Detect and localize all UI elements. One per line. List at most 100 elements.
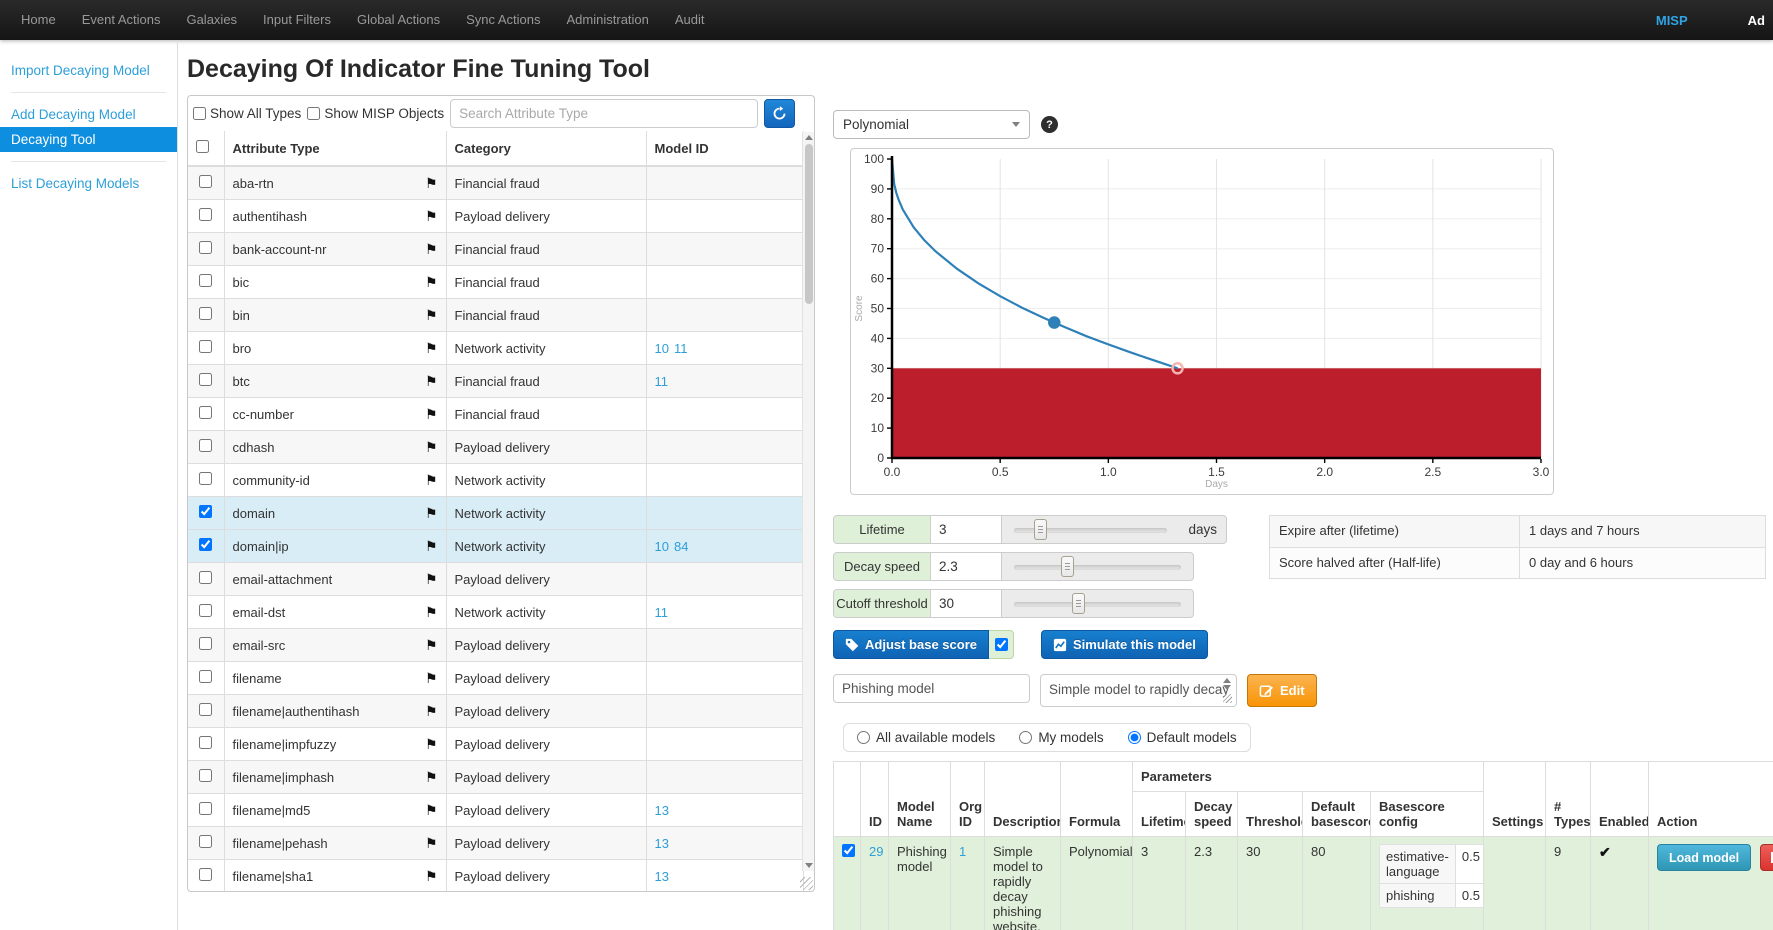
model-description-textarea[interactable]: Simple model to rapidly decay xyxy=(1040,674,1237,707)
select-all-header-cell[interactable] xyxy=(188,131,224,166)
attribute-row-checkbox[interactable] xyxy=(199,274,212,287)
nav-item[interactable]: Galaxies xyxy=(173,0,250,40)
model-row[interactable]: 29 Phishing model 1 Simple model to rapi… xyxy=(834,837,1773,930)
flag-icon[interactable]: ⚑ xyxy=(425,341,438,356)
flag-icon[interactable]: ⚑ xyxy=(425,440,438,455)
flag-icon[interactable]: ⚑ xyxy=(425,473,438,488)
attribute-row[interactable]: ⚑cc-numberFinancial fraud xyxy=(188,398,803,431)
model-id-link[interactable]: 29 xyxy=(869,844,883,859)
nav-item[interactable]: Audit xyxy=(662,0,718,40)
slider-handle[interactable] xyxy=(1034,519,1047,540)
scroll-up-arrow-icon[interactable] xyxy=(805,135,813,140)
attribute-row[interactable]: ⚑authentihashPayload delivery xyxy=(188,200,803,233)
decay-speed-slider[interactable] xyxy=(1014,553,1181,580)
model-id-link[interactable]: 10 xyxy=(655,341,669,356)
attribute-row[interactable]: ⚑aba-rtnFinancial fraud xyxy=(188,166,803,200)
attribute-row[interactable]: ⚑filename|imphashPayload delivery xyxy=(188,761,803,794)
attribute-row-checkbox[interactable] xyxy=(199,868,212,881)
flag-icon[interactable]: ⚑ xyxy=(425,638,438,653)
attribute-row-checkbox[interactable] xyxy=(199,736,212,749)
model-id-link[interactable]: 13 xyxy=(655,803,669,818)
panel-resize-grip[interactable] xyxy=(800,877,813,890)
attribute-row-checkbox[interactable] xyxy=(199,373,212,386)
flag-icon[interactable]: ⚑ xyxy=(425,374,438,389)
attribute-row-checkbox[interactable] xyxy=(199,241,212,254)
attribute-row-checkbox[interactable] xyxy=(199,505,212,518)
attribute-row[interactable]: ⚑email-dstNetwork activity11 xyxy=(188,596,803,629)
nav-item[interactable]: Global Actions xyxy=(344,0,453,40)
flag-icon[interactable]: ⚑ xyxy=(425,737,438,752)
flag-icon[interactable]: ⚑ xyxy=(425,209,438,224)
attribute-row-checkbox[interactable] xyxy=(199,670,212,683)
radio-default-models[interactable]: Default models xyxy=(1128,730,1237,745)
spinner-up-icon[interactable] xyxy=(1223,678,1231,683)
sidebar-item-decaying-tool[interactable]: Decaying Tool xyxy=(0,127,177,152)
attribute-row[interactable]: ⚑broNetwork activity1011 xyxy=(188,332,803,365)
vertical-scrollbar[interactable] xyxy=(802,132,814,871)
model-row-checkbox[interactable] xyxy=(842,844,855,857)
attribute-row[interactable]: ⚑bicFinancial fraud xyxy=(188,266,803,299)
slider-track[interactable] xyxy=(1014,602,1181,607)
attribute-row[interactable]: ⚑filename|impfuzzyPayload delivery xyxy=(188,728,803,761)
all-available-models-radio[interactable] xyxy=(857,731,870,744)
attribute-row[interactable]: ⚑filenamePayload delivery xyxy=(188,662,803,695)
formula-select[interactable]: Polynomial xyxy=(833,110,1030,139)
model-name-input[interactable] xyxy=(833,674,1030,703)
flag-icon[interactable]: ⚑ xyxy=(425,836,438,851)
show-misp-objects-checkbox[interactable] xyxy=(307,107,320,120)
scroll-down-arrow-icon[interactable] xyxy=(805,863,813,868)
attribute-row-checkbox[interactable] xyxy=(199,835,212,848)
flag-icon[interactable]: ⚑ xyxy=(425,407,438,422)
flag-icon[interactable]: ⚑ xyxy=(425,671,438,686)
nav-item[interactable]: Event Actions xyxy=(69,0,174,40)
attribute-row-checkbox[interactable] xyxy=(199,604,212,617)
disable-model-button[interactable] xyxy=(1760,844,1773,871)
cutoff-threshold-slider[interactable] xyxy=(1014,590,1181,617)
sidebar-item-add-decaying-model[interactable]: Add Decaying Model xyxy=(0,102,177,127)
attribute-row[interactable]: ⚑filename|authentihashPayload delivery xyxy=(188,695,803,728)
sidebar-item-list-decaying-models[interactable]: List Decaying Models xyxy=(0,171,177,196)
spinner-down-icon[interactable] xyxy=(1223,685,1231,690)
search-attribute-input[interactable] xyxy=(450,99,758,128)
model-id-link[interactable]: 11 xyxy=(655,605,669,620)
attribute-row[interactable]: ⚑domain|ipNetwork activity1084 xyxy=(188,530,803,563)
flag-icon[interactable]: ⚑ xyxy=(425,506,438,521)
attribute-row-checkbox[interactable] xyxy=(199,802,212,815)
attribute-row[interactable]: ⚑cdhashPayload delivery xyxy=(188,431,803,464)
attribute-row-checkbox[interactable] xyxy=(199,307,212,320)
flag-icon[interactable]: ⚑ xyxy=(425,770,438,785)
attribute-row-checkbox[interactable] xyxy=(199,208,212,221)
model-select-cell[interactable] xyxy=(834,837,861,930)
flag-icon[interactable]: ⚑ xyxy=(425,275,438,290)
model-id-link[interactable]: 11 xyxy=(655,374,669,389)
nav-item[interactable]: Home xyxy=(8,0,69,40)
attribute-row-checkbox[interactable] xyxy=(199,472,212,485)
cutoff-threshold-input[interactable] xyxy=(931,590,1002,617)
lifetime-input[interactable] xyxy=(931,516,1002,543)
attribute-row[interactable]: ⚑bank-account-nrFinancial fraud xyxy=(188,233,803,266)
attribute-row[interactable]: ⚑filename|pehashPayload delivery13 xyxy=(188,827,803,860)
attribute-row-checkbox[interactable] xyxy=(199,406,212,419)
flag-icon[interactable]: ⚑ xyxy=(425,803,438,818)
simulate-model-button[interactable]: Simulate this model xyxy=(1041,630,1208,659)
show-all-types-option[interactable]: Show All Types xyxy=(193,106,301,121)
nav-item[interactable]: Administration xyxy=(554,0,662,40)
attribute-row[interactable]: ⚑binFinancial fraud xyxy=(188,299,803,332)
attribute-row-checkbox[interactable] xyxy=(199,571,212,584)
show-misp-objects-option[interactable]: Show MISP Objects xyxy=(307,106,444,121)
lifetime-slider[interactable] xyxy=(1014,516,1167,543)
default-models-radio[interactable] xyxy=(1128,731,1141,744)
attribute-row[interactable]: ⚑email-srcPayload delivery xyxy=(188,629,803,662)
attribute-row-checkbox[interactable] xyxy=(199,439,212,452)
attribute-row-checkbox[interactable] xyxy=(199,703,212,716)
misp-brand-link[interactable]: MISP xyxy=(1642,13,1702,28)
flag-icon[interactable]: ⚑ xyxy=(425,704,438,719)
slider-handle[interactable] xyxy=(1072,593,1085,614)
nav-item[interactable]: Input Filters xyxy=(250,0,344,40)
reset-search-button[interactable] xyxy=(764,99,795,128)
flag-icon[interactable]: ⚑ xyxy=(425,242,438,257)
radio-all-available-models[interactable]: All available models xyxy=(857,730,995,745)
show-all-types-checkbox[interactable] xyxy=(193,107,206,120)
model-id-link[interactable]: 10 xyxy=(655,539,669,554)
textarea-resize-grip[interactable] xyxy=(1223,694,1232,703)
